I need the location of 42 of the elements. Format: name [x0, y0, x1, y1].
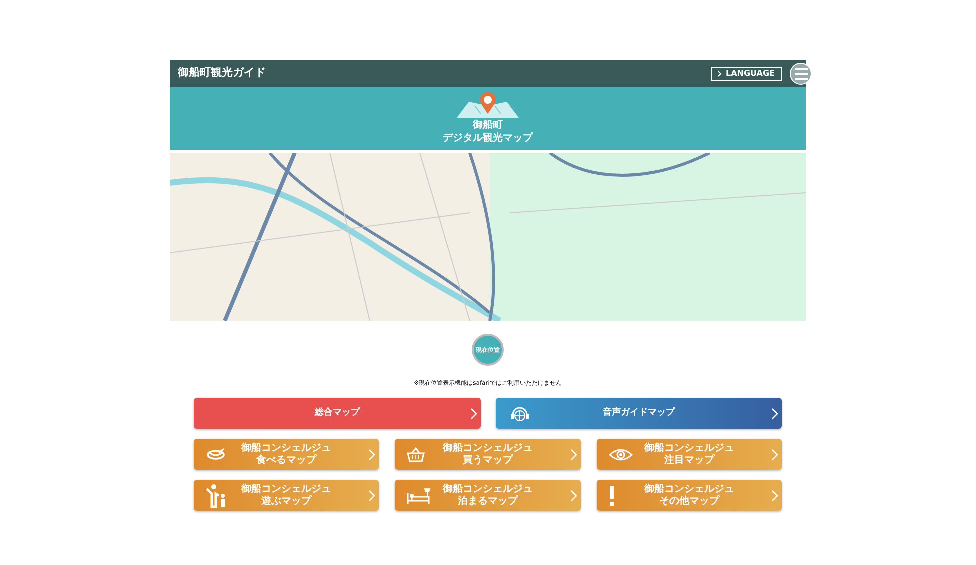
site-title: 御船町観光ガイド: [178, 65, 266, 82]
chevron-icon: [369, 490, 376, 501]
button-label: 泊まるマップ: [458, 496, 518, 506]
category-map-button[interactable]: 御船コンシェルジュ 泊まるマップ: [395, 480, 581, 511]
chevron-icon: [570, 449, 577, 460]
parent-child-icon: [206, 484, 228, 508]
button-label: 食べるマップ: [256, 456, 317, 466]
button-label: その他マップ: [659, 496, 720, 506]
eye-icon: [608, 448, 633, 462]
exclamation-icon: [608, 486, 615, 506]
button-subtitle: 御船コンシェルジュ: [442, 444, 533, 454]
chevron-icon: [570, 490, 577, 501]
button-label: 注目マップ: [664, 456, 714, 466]
menu-button[interactable]: [790, 62, 812, 84]
button-label: 買うマップ: [462, 456, 513, 466]
banner-subtitle: デジタル観光マップ: [443, 132, 533, 145]
chevron-icon: [470, 408, 476, 419]
chevron-icon: [369, 449, 376, 460]
button-subtitle: 御船コンシェルジュ: [644, 484, 734, 494]
bed-lamp-icon: [407, 486, 432, 504]
button-label: 遊ぶマップ: [262, 496, 312, 506]
button-subtitle: 御船コンシェルジュ: [242, 444, 332, 454]
category-map-button[interactable]: 御船コンシェルジュ 遊ぶマップ: [194, 480, 380, 511]
category-map-button[interactable]: 御船コンシェルジュ 食べるマップ: [194, 439, 380, 470]
button-subtitle: 御船コンシェルジュ: [442, 484, 533, 494]
map-pin-logo-icon: [455, 92, 521, 120]
category-map-button[interactable]: 御船コンシェルジュ その他マップ: [596, 480, 782, 511]
chevron-icon: [772, 490, 778, 501]
chevron-icon: [772, 449, 778, 460]
button-subtitle: 御船コンシェルジュ: [644, 444, 734, 454]
language-button[interactable]: LANGUAGE: [710, 66, 782, 80]
category-map-button[interactable]: 御船コンシェルジュ 買うマップ: [395, 439, 581, 470]
category-map-button[interactable]: 御船コンシェルジュ 注目マップ: [596, 439, 782, 470]
map-button[interactable]: 総合マップ: [194, 398, 480, 429]
map-button[interactable]: 音声ガイドマップ: [496, 398, 782, 429]
button-subtitle: 御船コンシェルジュ: [242, 484, 332, 494]
basket-icon: [407, 447, 426, 462]
headset-globe-icon: [510, 404, 530, 422]
chevron-icon: [772, 408, 778, 419]
banner-title: 御船町: [473, 120, 503, 132]
chevron-icon: [718, 70, 722, 76]
bowl-icon: [206, 448, 226, 462]
